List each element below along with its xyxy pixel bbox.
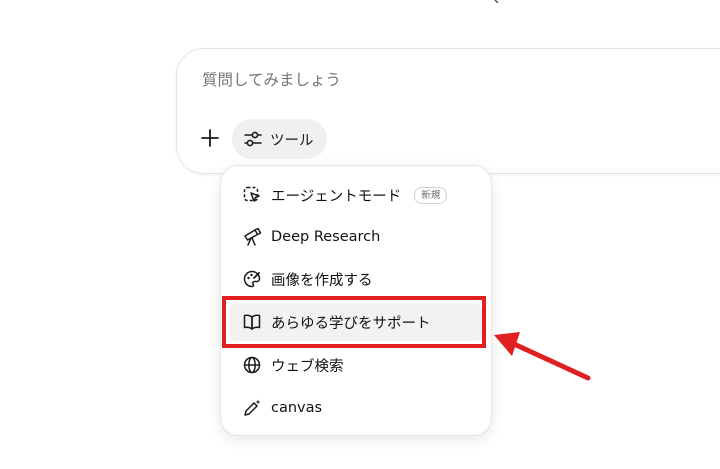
globe-icon xyxy=(242,355,262,375)
menu-item-agent-mode[interactable]: エージェントモード 新規 xyxy=(229,176,483,214)
prompt-input[interactable] xyxy=(202,69,720,93)
menu-item-label: 画像を作成する xyxy=(271,272,373,289)
menu-item-web-search[interactable]: ウェブ検索 xyxy=(229,346,483,384)
tools-label: ツール xyxy=(270,132,314,149)
top-edge-mark xyxy=(494,0,499,3)
pen-sparkle-icon xyxy=(242,398,262,418)
new-badge: 新規 xyxy=(414,186,448,204)
menu-item-create-image[interactable]: 画像を作成する xyxy=(229,260,483,298)
menu-item-canvas[interactable]: canvas xyxy=(229,389,483,427)
sliders-icon xyxy=(244,131,262,147)
menu-item-label: Deep Research xyxy=(271,229,381,245)
highlight-annotation-box xyxy=(222,296,486,348)
menu-item-label: canvas xyxy=(271,400,323,416)
palette-icon xyxy=(242,269,262,289)
plus-icon xyxy=(201,129,219,147)
agent-cursor-icon xyxy=(242,185,262,205)
menu-item-label: エージェントモード xyxy=(271,188,402,205)
message-composer: ツール xyxy=(176,48,720,174)
menu-item-label: ウェブ検索 xyxy=(271,358,344,375)
telescope-icon xyxy=(242,227,262,247)
chat-screen: ツール エージェントモード 新規 Deep Research xyxy=(0,0,720,469)
add-attachment-button[interactable] xyxy=(195,123,225,153)
annotation-arrow-icon xyxy=(494,332,591,381)
menu-item-deep-research[interactable]: Deep Research xyxy=(229,218,483,256)
tools-button[interactable]: ツール xyxy=(232,119,327,159)
